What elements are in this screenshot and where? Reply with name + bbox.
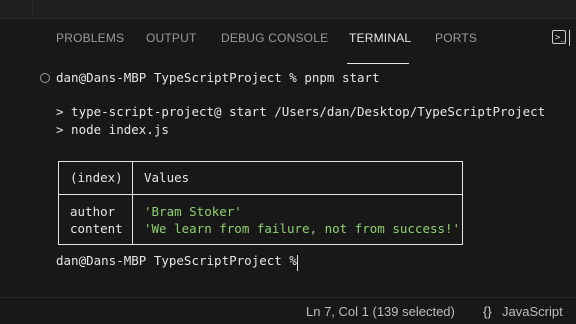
table-column-divider [132,162,133,244]
tab-output[interactable]: OUTPUT [146,31,197,47]
console-table: (index) Values author 'Bram Stoker' cont… [58,161,463,245]
panel-tabs: PROBLEMS OUTPUT DEBUG CONSOLE TERMINAL P… [0,19,576,64]
node-line: > node index.js [56,122,169,137]
table-header-divider [59,194,462,195]
table-header-index: (index) [70,170,123,185]
language-icon: {} [483,304,492,319]
cursor-position-status[interactable]: Ln 7, Col 1 (139 selected) [306,304,455,319]
terminal-launch-icon[interactable]: >_ [552,30,566,44]
tab-problems[interactable]: PROBLEMS [56,31,124,47]
tab-terminal[interactable]: TERMINAL [349,31,411,47]
table-row-value: 'Bram Stoker' [144,204,242,219]
table-header-values: Values [144,170,190,185]
command-status-icon [40,73,50,83]
panel-more-icon[interactable] [569,30,576,46]
table-row-value: 'We learn from failure, not from success… [144,221,461,236]
terminal-cursor [297,255,298,271]
terminal-output[interactable]: dan@Dans-MBP TypeScriptProject % pnpm st… [0,65,576,297]
table-row-index: content [70,221,123,236]
table-row-index: author [70,204,116,219]
gutter-divider [32,0,33,18]
tab-ports[interactable]: PORTS [435,31,477,47]
script-line: > type-script-project@ start /Users/dan/… [56,104,546,119]
command-line: dan@Dans-MBP TypeScriptProject % pnpm st… [56,70,380,85]
prompt-line: dan@Dans-MBP TypeScriptProject % [56,253,305,268]
active-tab-indicator [347,63,409,64]
tab-debug-console[interactable]: DEBUG CONSOLE [221,31,328,47]
language-mode-status[interactable]: JavaScript [502,304,563,319]
bottom-panel: PROBLEMS OUTPUT DEBUG CONSOLE TERMINAL P… [0,19,576,297]
status-bar: Ln 7, Col 1 (139 selected) {} JavaScript [0,297,576,324]
editor-top-strip [0,0,576,19]
